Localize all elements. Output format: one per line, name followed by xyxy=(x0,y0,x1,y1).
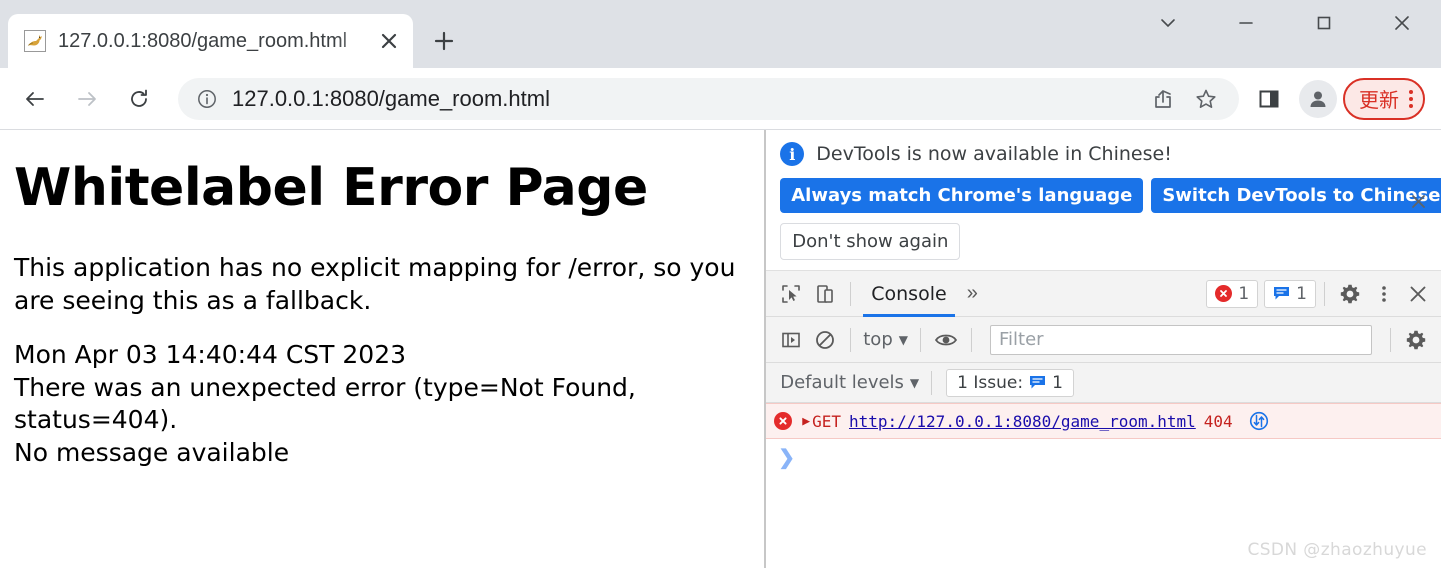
log-levels-selector[interactable]: Default levels ▼ xyxy=(776,372,923,393)
live-expression-icon[interactable] xyxy=(929,323,963,357)
network-request-icon[interactable] xyxy=(1247,409,1271,433)
title-bar: 127.0.0.1:8080/game_room.html xyxy=(0,0,1441,68)
chevron-down-icon: ▼ xyxy=(909,375,920,390)
close-icon[interactable] xyxy=(375,27,403,55)
console-toolbar: top ▼ Filter xyxy=(766,317,1441,363)
divider xyxy=(970,327,972,352)
device-toolbar-icon[interactable] xyxy=(808,277,842,311)
status-code: 404 xyxy=(1203,411,1233,431)
prompt-chevron-icon: ❯ xyxy=(778,447,796,469)
error-details: Mon Apr 03 14:40:44 CST 2023 There was a… xyxy=(14,339,742,469)
message-count: 1 xyxy=(1296,283,1307,304)
devtools-tab-bar: Console » 1 1 xyxy=(766,271,1441,317)
kebab-menu-icon[interactable] xyxy=(1409,89,1413,108)
error-message: No message available xyxy=(14,437,290,467)
error-badge[interactable]: 1 xyxy=(1206,279,1259,308)
watermark: CSDN @zhaozhuyue xyxy=(1247,540,1427,560)
issues-count: 1 xyxy=(1052,372,1063,393)
clear-console-icon[interactable] xyxy=(808,323,842,357)
console-prompt[interactable]: ❯ xyxy=(766,439,1441,470)
message-bubble-icon xyxy=(1273,286,1290,301)
error-circle-icon xyxy=(1215,285,1233,302)
issues-label: 1 Issue: xyxy=(957,372,1024,393)
close-window-icon[interactable] xyxy=(1363,0,1441,46)
chevron-down-icon: ▼ xyxy=(898,332,908,347)
side-panel-icon[interactable] xyxy=(1247,77,1291,121)
divider xyxy=(850,281,852,306)
maximize-icon[interactable] xyxy=(1285,0,1363,46)
gear-icon[interactable] xyxy=(1333,277,1367,311)
forward-button[interactable] xyxy=(66,78,108,120)
error-timestamp: Mon Apr 03 14:40:44 CST 2023 xyxy=(14,340,407,369)
issues-chip[interactable]: 1 Issue: 1 xyxy=(946,368,1074,397)
divider xyxy=(1324,281,1325,306)
filter-input[interactable]: Filter xyxy=(989,324,1372,355)
page-paragraph: This application has no explicit mapping… xyxy=(14,253,736,315)
execution-context-selector[interactable]: top ▼ xyxy=(859,329,912,350)
update-label: 更新 xyxy=(1359,88,1399,112)
avatar[interactable] xyxy=(1299,79,1337,118)
gear-icon[interactable] xyxy=(1399,323,1433,357)
console-sidebar-icon[interactable] xyxy=(774,323,808,357)
switch-devtools-language-button[interactable]: Switch DevTools to Chinese xyxy=(1151,178,1441,213)
info-circle-icon[interactable] xyxy=(194,86,220,112)
new-tab-button[interactable] xyxy=(421,18,467,64)
devtools-panel: i DevTools is now available in Chinese! … xyxy=(766,130,1441,568)
reload-button[interactable] xyxy=(118,78,160,120)
window-controls xyxy=(1129,0,1441,46)
close-icon[interactable] xyxy=(1405,188,1431,214)
omnibox-actions xyxy=(1143,78,1227,120)
tomcat-cat-icon xyxy=(24,30,46,52)
minimize-icon[interactable] xyxy=(1207,0,1285,46)
console-error-row[interactable]: ▶ GET http://127.0.0.1:8080/game_room.ht… xyxy=(766,403,1441,439)
browser-tab[interactable]: 127.0.0.1:8080/game_room.html xyxy=(8,14,413,68)
message-badge[interactable]: 1 xyxy=(1264,279,1316,308)
address-bar[interactable]: 127.0.0.1:8080/game_room.html xyxy=(178,77,1239,120)
error-description: There was an unexpected error (type=Not … xyxy=(14,372,636,435)
close-devtools-icon[interactable] xyxy=(1401,277,1435,311)
devtools-language-banner: i DevTools is now available in Chinese! … xyxy=(766,130,1441,271)
banner-message: DevTools is now available in Chinese! xyxy=(816,143,1172,165)
chevron-down-icon[interactable] xyxy=(1129,0,1207,46)
inspect-element-icon[interactable] xyxy=(774,277,808,311)
request-url-link[interactable]: http://127.0.0.1:8080/game_room.html xyxy=(849,412,1196,431)
divider xyxy=(1390,327,1391,352)
execution-context-label: top xyxy=(863,329,893,350)
update-button[interactable]: 更新 xyxy=(1343,77,1425,120)
content-area: Whitelabel Error Page This application h… xyxy=(0,130,1441,568)
url-text: 127.0.0.1:8080/game_room.html xyxy=(232,85,550,111)
page-title: Whitelabel Error Page xyxy=(14,158,648,218)
always-match-language-button[interactable]: Always match Chrome's language xyxy=(780,178,1144,213)
expand-triangle-icon[interactable]: ▶ xyxy=(802,414,810,429)
kebab-menu-icon[interactable] xyxy=(1367,277,1401,311)
divider xyxy=(931,370,933,395)
tab-console[interactable]: Console xyxy=(859,271,958,317)
request-method: GET xyxy=(812,411,841,431)
browser-toolbar: 127.0.0.1:8080/game_room.html 更新 xyxy=(0,68,1441,130)
back-button[interactable] xyxy=(14,78,56,120)
browser-window: 127.0.0.1:8080/game_room.html 127.0.0.1:… xyxy=(0,0,1441,568)
divider xyxy=(919,327,921,352)
divider xyxy=(850,327,852,352)
log-levels-label: Default levels xyxy=(780,372,904,393)
console-levels-bar: Default levels ▼ 1 Issue: 1 xyxy=(766,363,1441,403)
dont-show-again-button[interactable]: Don't show again xyxy=(780,223,961,260)
error-circle-icon xyxy=(774,412,793,430)
star-icon[interactable] xyxy=(1185,78,1227,120)
web-page: Whitelabel Error Page This application h… xyxy=(0,130,765,568)
filter-placeholder: Filter xyxy=(998,329,1044,350)
info-icon: i xyxy=(780,142,805,166)
tab-title: 127.0.0.1:8080/game_room.html xyxy=(58,29,348,52)
tab-strip: 127.0.0.1:8080/game_room.html xyxy=(0,0,467,68)
share-icon[interactable] xyxy=(1143,78,1185,120)
more-tabs-icon[interactable]: » xyxy=(959,282,986,305)
message-bubble-icon xyxy=(1029,375,1046,390)
error-count: 1 xyxy=(1238,283,1250,304)
